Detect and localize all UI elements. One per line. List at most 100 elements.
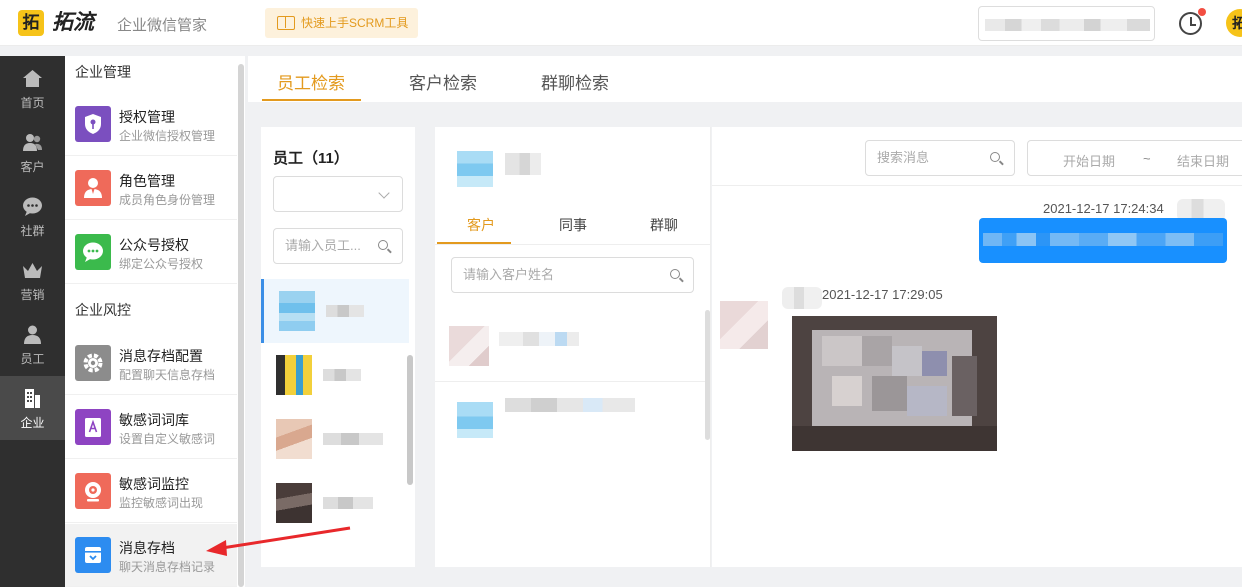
customer-list-scrollbar[interactable] (705, 310, 710, 440)
menu-item-sensitive-monitor[interactable]: 敏感词监控 监控敏感词出现 (65, 460, 237, 523)
customer-search-input[interactable]: 请输入客户姓名 (451, 257, 694, 293)
employee-list-scrollbar[interactable] (407, 355, 413, 485)
employee-list-item[interactable] (261, 279, 409, 343)
selected-employee-avatar (457, 151, 493, 187)
rail-label: 首页 (20, 96, 45, 110)
menu-item-archive-config[interactable]: 消息存档配置 配置聊天信息存档 (65, 332, 237, 395)
menu-item-desc: 企业微信授权管理 (119, 129, 216, 143)
menu-item-name: 角色管理 (119, 173, 175, 189)
employee-count-title: 员工（11） (273, 150, 349, 167)
rail-label: 营销 (20, 288, 45, 302)
quick-start-button[interactable]: 快速上手SCRM工具 (265, 8, 418, 38)
menu-item-desc: 设置自定义敏感词 (119, 432, 216, 446)
outgoing-message-timestamp: 2021-12-17 17:24:34 (1043, 201, 1164, 216)
rail-label: 客户 (20, 160, 45, 174)
employee-avatar (276, 355, 312, 395)
date-range-separator: ~ (1143, 151, 1151, 166)
chat-bubble-icon (23, 197, 42, 216)
divider (435, 244, 711, 245)
gear-icon (75, 345, 111, 381)
employee-icon (24, 325, 41, 344)
crown-icon (23, 263, 42, 278)
rail-item-community[interactable]: 社群 (0, 184, 65, 248)
rail-label: 社群 (20, 224, 45, 238)
employee-search-placeholder: 请输入员工... (285, 238, 361, 253)
rail-label: 员工 (20, 352, 45, 366)
section-title-management: 企业管理 (75, 64, 131, 80)
menu-item-desc: 监控敏感词出现 (119, 496, 204, 510)
menu-item-sensitive-dictionary[interactable]: 敏感词词库 设置自定义敏感词 (65, 396, 237, 459)
shield-key-icon (75, 106, 111, 142)
customer-list-item[interactable] (435, 312, 705, 382)
menu-item-desc: 绑定公众号授权 (119, 257, 204, 271)
active-tab-indicator (262, 99, 361, 101)
message-search-input[interactable]: 搜索消息 (865, 140, 1015, 176)
customer-name-blurred (505, 398, 635, 412)
app-subtitle: 企业微信管家 (117, 17, 208, 34)
search-tabs: 员工检索 客户检索 群聊检索 (248, 56, 1242, 102)
tab-group-search[interactable]: 群聊检索 (541, 69, 609, 94)
brand-name: 拓流 (52, 11, 94, 34)
tab-employee-search[interactable]: 员工检索 (277, 69, 345, 94)
home-icon (23, 70, 42, 87)
employee-list-item[interactable] (261, 407, 409, 471)
menu-item-name: 授权管理 (119, 109, 175, 125)
archive-box-icon (75, 537, 111, 573)
person-icon (75, 170, 111, 206)
blurred-message-text (983, 233, 1223, 246)
menu-scrollbar[interactable] (238, 64, 244, 587)
sub-tab-groups[interactable]: 群聊 (650, 215, 678, 235)
sub-tab-colleagues[interactable]: 同事 (559, 215, 587, 235)
book-icon (277, 16, 295, 30)
dictionary-icon (75, 409, 111, 445)
primary-rail: 首页 客户 社群 营销 员工 企业 (0, 56, 65, 587)
customer-search-placeholder: 请输入客户姓名 (463, 267, 555, 282)
start-date-input[interactable]: 开始日期 (1063, 151, 1115, 170)
rail-item-employees[interactable]: 员工 (0, 312, 65, 376)
menu-item-name: 敏感词词库 (119, 412, 189, 428)
history-clock-icon[interactable] (1179, 12, 1202, 35)
blurred-account-name (985, 19, 1150, 31)
rail-item-customers[interactable]: 客户 (0, 120, 65, 184)
brand-logo-icon: 拓 (18, 10, 44, 36)
user-avatar[interactable]: 拓 (1226, 9, 1242, 37)
employee-department-select[interactable] (273, 176, 403, 212)
section-title-risk: 企业风控 (75, 302, 131, 318)
employee-name-blurred (326, 305, 364, 317)
menu-item-desc: 聊天消息存档记录 (119, 560, 216, 574)
incoming-message-timestamp: 2021-12-17 17:29:05 (822, 287, 943, 302)
employee-name-blurred (323, 433, 383, 445)
divider (712, 185, 1242, 186)
employee-name-blurred (323, 497, 373, 509)
employee-avatar (279, 291, 315, 331)
rail-item-marketing[interactable]: 营销 (0, 248, 65, 312)
customer-list-item[interactable] (435, 382, 705, 452)
account-selector[interactable] (978, 6, 1155, 41)
rail-item-enterprise[interactable]: 企业 (0, 376, 65, 440)
menu-item-authorization[interactable]: 授权管理 企业微信授权管理 (65, 93, 237, 156)
date-range-picker[interactable]: 开始日期 ~ 结束日期 (1027, 140, 1242, 176)
menu-item-desc: 成员角色身份管理 (119, 193, 216, 207)
search-icon (378, 240, 388, 250)
search-icon[interactable] (990, 152, 1000, 162)
menu-item-official-account[interactable]: 公众号授权 绑定公众号授权 (65, 221, 237, 284)
menu-item-roles[interactable]: 角色管理 成员角色身份管理 (65, 157, 237, 220)
employee-list-item[interactable] (261, 343, 409, 407)
building-icon (25, 389, 40, 408)
contact-name-blurred (782, 287, 822, 309)
rail-item-home[interactable]: 首页 (0, 56, 65, 120)
notification-dot (1198, 8, 1206, 16)
employee-search-input[interactable]: 请输入员工... (273, 228, 403, 264)
selected-employee-name-blurred (505, 153, 541, 175)
customer-panel: 客户 同事 群聊 请输入客户姓名 (435, 127, 711, 567)
message-search-placeholder: 搜索消息 (877, 150, 930, 165)
end-date-input[interactable]: 结束日期 (1177, 151, 1229, 170)
sub-tab-customers[interactable]: 客户 (467, 215, 495, 235)
camera-icon (75, 473, 111, 509)
tab-customer-search[interactable]: 客户检索 (409, 69, 477, 94)
menu-item-name: 消息存档 (119, 540, 175, 556)
incoming-image-message[interactable] (792, 316, 997, 451)
menu-item-name: 公众号授权 (119, 237, 189, 253)
employee-panel: 员工（11） 请输入员工... (261, 127, 415, 567)
outgoing-message-bubble (979, 218, 1227, 263)
